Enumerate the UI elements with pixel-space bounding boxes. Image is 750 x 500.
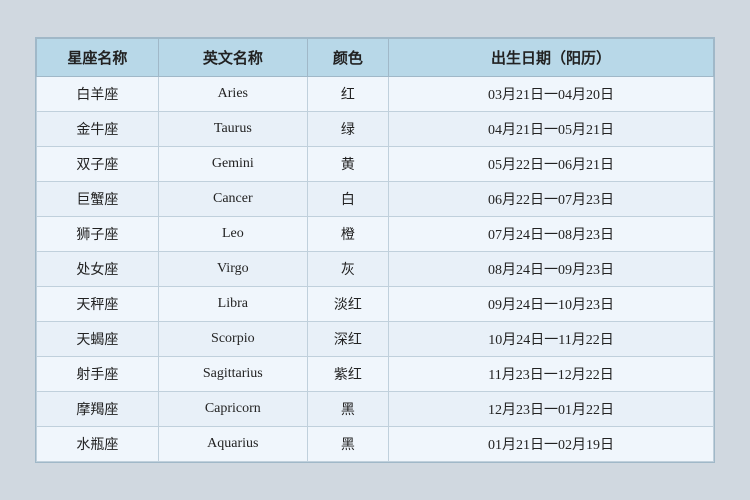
table-row: 水瓶座Aquarius黑01月21日一02月19日 bbox=[37, 427, 714, 462]
zodiac-table-container: 星座名称 英文名称 颜色 出生日期（阳历） 白羊座Aries红03月21日一04… bbox=[35, 37, 715, 463]
cell-date: 08月24日一09月23日 bbox=[389, 252, 714, 287]
table-row: 白羊座Aries红03月21日一04月20日 bbox=[37, 77, 714, 112]
cell-date: 07月24日一08月23日 bbox=[389, 217, 714, 252]
header-color: 颜色 bbox=[307, 39, 388, 77]
cell-date: 05月22日一06月21日 bbox=[389, 147, 714, 182]
cell-color: 深红 bbox=[307, 322, 388, 357]
cell-color: 白 bbox=[307, 182, 388, 217]
cell-english: Taurus bbox=[158, 112, 307, 147]
cell-english: Leo bbox=[158, 217, 307, 252]
cell-color: 黑 bbox=[307, 427, 388, 462]
cell-chinese: 摩羯座 bbox=[37, 392, 159, 427]
cell-date: 03月21日一04月20日 bbox=[389, 77, 714, 112]
cell-date: 11月23日一12月22日 bbox=[389, 357, 714, 392]
cell-color: 黑 bbox=[307, 392, 388, 427]
cell-english: Capricorn bbox=[158, 392, 307, 427]
table-row: 金牛座Taurus绿04月21日一05月21日 bbox=[37, 112, 714, 147]
cell-date: 01月21日一02月19日 bbox=[389, 427, 714, 462]
cell-english: Gemini bbox=[158, 147, 307, 182]
table-row: 处女座Virgo灰08月24日一09月23日 bbox=[37, 252, 714, 287]
cell-color: 红 bbox=[307, 77, 388, 112]
cell-chinese: 白羊座 bbox=[37, 77, 159, 112]
cell-chinese: 金牛座 bbox=[37, 112, 159, 147]
cell-date: 06月22日一07月23日 bbox=[389, 182, 714, 217]
cell-chinese: 巨蟹座 bbox=[37, 182, 159, 217]
zodiac-table: 星座名称 英文名称 颜色 出生日期（阳历） 白羊座Aries红03月21日一04… bbox=[36, 38, 714, 462]
cell-english: Virgo bbox=[158, 252, 307, 287]
cell-english: Libra bbox=[158, 287, 307, 322]
cell-date: 12月23日一01月22日 bbox=[389, 392, 714, 427]
cell-date: 04月21日一05月21日 bbox=[389, 112, 714, 147]
cell-english: Aries bbox=[158, 77, 307, 112]
table-row: 双子座Gemini黄05月22日一06月21日 bbox=[37, 147, 714, 182]
cell-color: 绿 bbox=[307, 112, 388, 147]
table-row: 巨蟹座Cancer白06月22日一07月23日 bbox=[37, 182, 714, 217]
table-row: 天蝎座Scorpio深红10月24日一11月22日 bbox=[37, 322, 714, 357]
cell-chinese: 狮子座 bbox=[37, 217, 159, 252]
cell-english: Sagittarius bbox=[158, 357, 307, 392]
cell-color: 黄 bbox=[307, 147, 388, 182]
cell-chinese: 处女座 bbox=[37, 252, 159, 287]
cell-chinese: 天秤座 bbox=[37, 287, 159, 322]
table-row: 狮子座Leo橙07月24日一08月23日 bbox=[37, 217, 714, 252]
cell-color: 灰 bbox=[307, 252, 388, 287]
cell-chinese: 双子座 bbox=[37, 147, 159, 182]
header-date: 出生日期（阳历） bbox=[389, 39, 714, 77]
cell-color: 紫红 bbox=[307, 357, 388, 392]
header-english: 英文名称 bbox=[158, 39, 307, 77]
cell-color: 橙 bbox=[307, 217, 388, 252]
cell-english: Cancer bbox=[158, 182, 307, 217]
table-header-row: 星座名称 英文名称 颜色 出生日期（阳历） bbox=[37, 39, 714, 77]
table-row: 射手座Sagittarius紫红11月23日一12月22日 bbox=[37, 357, 714, 392]
table-row: 天秤座Libra淡红09月24日一10月23日 bbox=[37, 287, 714, 322]
cell-english: Aquarius bbox=[158, 427, 307, 462]
cell-date: 10月24日一11月22日 bbox=[389, 322, 714, 357]
cell-chinese: 水瓶座 bbox=[37, 427, 159, 462]
cell-english: Scorpio bbox=[158, 322, 307, 357]
cell-date: 09月24日一10月23日 bbox=[389, 287, 714, 322]
cell-chinese: 射手座 bbox=[37, 357, 159, 392]
table-row: 摩羯座Capricorn黑12月23日一01月22日 bbox=[37, 392, 714, 427]
cell-color: 淡红 bbox=[307, 287, 388, 322]
cell-chinese: 天蝎座 bbox=[37, 322, 159, 357]
header-chinese: 星座名称 bbox=[37, 39, 159, 77]
